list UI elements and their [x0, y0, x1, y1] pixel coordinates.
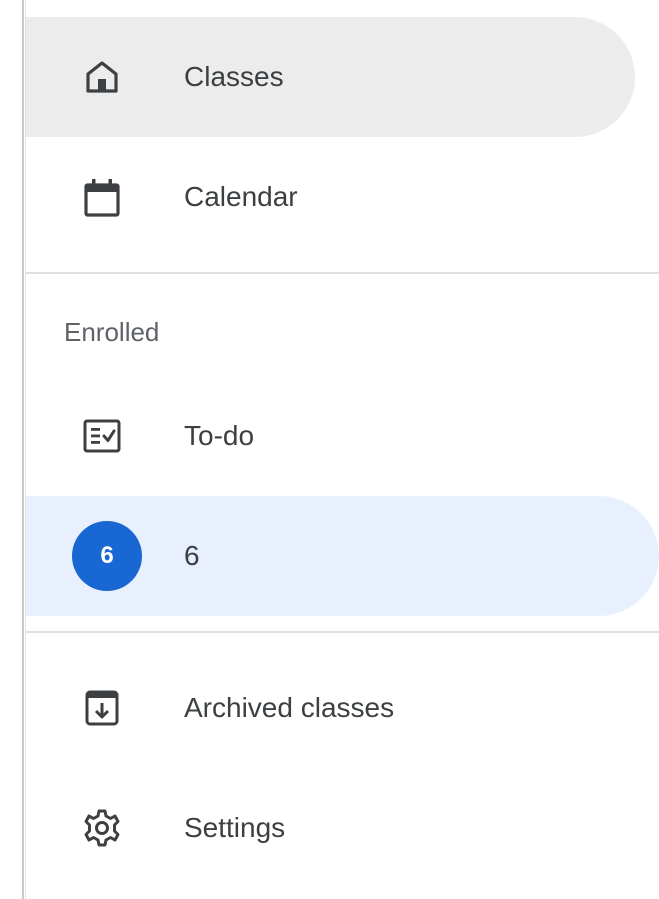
- archive-icon: [82, 688, 122, 728]
- sidebar-item-label: To-do: [184, 420, 255, 451]
- classroom-sidebar-screen: Classes Calendar Enrolled To-do 6 6 Arch…: [0, 0, 659, 899]
- class-avatar: 6: [72, 521, 142, 591]
- section-header-enrolled: Enrolled: [64, 317, 160, 347]
- sidebar-item-label: 6: [184, 540, 200, 571]
- divider: [26, 272, 659, 274]
- gear-icon: [82, 808, 122, 848]
- sidebar-item-classes[interactable]: Classes: [26, 17, 635, 137]
- calendar-icon: [82, 177, 122, 217]
- sidebar-item-settings[interactable]: Settings: [26, 768, 659, 888]
- home-icon: [82, 57, 122, 97]
- sidebar-item-label: Calendar: [184, 181, 298, 212]
- divider: [26, 631, 659, 633]
- sidebar-item-label: Archived classes: [184, 692, 395, 723]
- sidebar-item-archived-classes[interactable]: Archived classes: [26, 648, 659, 768]
- sidebar-item-todo[interactable]: To-do: [26, 376, 659, 496]
- sidebar-nav: Classes Calendar Enrolled To-do 6 6 Arch…: [26, 0, 659, 899]
- window-edge-line: [22, 0, 24, 899]
- sidebar-item-label: Settings: [184, 812, 286, 843]
- sidebar-item-class-6[interactable]: 6 6: [26, 496, 659, 616]
- sidebar-item-calendar[interactable]: Calendar: [26, 137, 659, 257]
- window-edge: [0, 0, 26, 899]
- todo-icon: [82, 416, 122, 456]
- sidebar-item-label: Classes: [184, 61, 284, 92]
